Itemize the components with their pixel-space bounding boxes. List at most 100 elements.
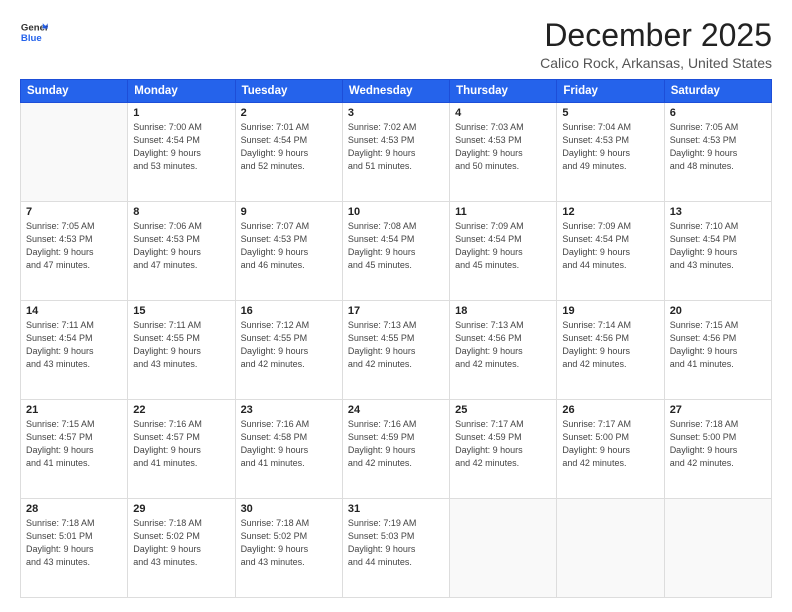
day-info: Sunrise: 7:18 AMSunset: 5:02 PMDaylight:… <box>133 517 229 569</box>
calendar-cell: 1Sunrise: 7:00 AMSunset: 4:54 PMDaylight… <box>128 103 235 202</box>
day-info: Sunrise: 7:11 AMSunset: 4:55 PMDaylight:… <box>133 319 229 371</box>
day-header-monday: Monday <box>128 80 235 103</box>
day-number: 12 <box>562 206 658 218</box>
day-info: Sunrise: 7:17 AMSunset: 5:00 PMDaylight:… <box>562 418 658 470</box>
day-number: 8 <box>133 206 229 218</box>
day-info: Sunrise: 7:18 AMSunset: 5:00 PMDaylight:… <box>670 418 766 470</box>
location-title: Calico Rock, Arkansas, United States <box>540 55 772 71</box>
day-number: 22 <box>133 404 229 416</box>
calendar-cell: 22 Sunrise: 7:16 AMSunset: 4:57 PMDayligh… <box>128 400 235 499</box>
day-info: Sunrise: 7:14 AMSunset: 4:56 PMDaylight:… <box>562 319 658 371</box>
calendar-cell: 6 Sunrise: 7:05 AMSunset: 4:53 PMDaylight… <box>664 103 771 202</box>
calendar-cell: 8Sunrise: 7:06 AMSunset: 4:53 PMDaylight… <box>128 202 235 301</box>
day-number: 31 <box>348 503 444 515</box>
day-number: 16 <box>241 305 337 317</box>
calendar-cell: 12 Sunrise: 7:09 AMSunset: 4:54 PMDayligh… <box>557 202 664 301</box>
day-number: 5 <box>562 107 658 119</box>
header: General Blue December 2025 Calico Rock, … <box>20 18 772 71</box>
day-info: Sunrise: 7:10 AMSunset: 4:54 PMDaylight:… <box>670 220 766 272</box>
calendar-cell <box>664 499 771 598</box>
day-number: 17 <box>348 305 444 317</box>
logo-icon: General Blue <box>20 18 48 46</box>
calendar-cell: 21Sunrise: 7:15 AMSunset: 4:57 PMDayligh… <box>21 400 128 499</box>
day-info: Sunrise: 7:04 AMSunset: 4:53 PMDaylight:… <box>562 121 658 173</box>
day-number: 19 <box>562 305 658 317</box>
calendar-cell: 17 Sunrise: 7:13 AMSunset: 4:55 PMDayligh… <box>342 301 449 400</box>
day-number: 23 <box>241 404 337 416</box>
day-info: Sunrise: 7:13 AMSunset: 4:55 PMDaylight:… <box>348 319 444 371</box>
month-title: December 2025 <box>540 18 772 53</box>
day-number: 26 <box>562 404 658 416</box>
calendar-table: SundayMondayTuesdayWednesdayThursdayFrid… <box>20 79 772 598</box>
calendar-week-row: 14 Sunrise: 7:11 AMSunset: 4:54 PMDayligh… <box>21 301 772 400</box>
day-info: Sunrise: 7:16 AMSunset: 4:59 PMDaylight:… <box>348 418 444 470</box>
day-info: Sunrise: 7:16 AMSunset: 4:58 PMDaylight:… <box>241 418 337 470</box>
day-number: 11 <box>455 206 551 218</box>
calendar-cell: 10Sunrise: 7:08 AMSunset: 4:54 PMDayligh… <box>342 202 449 301</box>
calendar-cell: 30 Sunrise: 7:18 AMSunset: 5:02 PMDayligh… <box>235 499 342 598</box>
calendar-week-row: 28 Sunrise: 7:18 AMSunset: 5:01 PMDayligh… <box>21 499 772 598</box>
day-number: 13 <box>670 206 766 218</box>
day-info: Sunrise: 7:09 AMSunset: 4:54 PMDaylight:… <box>455 220 551 272</box>
day-number: 1 <box>133 107 229 119</box>
day-info: Sunrise: 7:09 AMSunset: 4:54 PMDaylight:… <box>562 220 658 272</box>
calendar-header-row: SundayMondayTuesdayWednesdayThursdayFrid… <box>21 80 772 103</box>
day-info: Sunrise: 7:18 AMSunset: 5:01 PMDaylight:… <box>26 517 122 569</box>
day-header-sunday: Sunday <box>21 80 128 103</box>
day-number: 14 <box>26 305 122 317</box>
calendar-cell <box>557 499 664 598</box>
day-info: Sunrise: 7:03 AMSunset: 4:53 PMDaylight:… <box>455 121 551 173</box>
day-info: Sunrise: 7:16 AMSunset: 4:57 PMDaylight:… <box>133 418 229 470</box>
calendar-cell: 18 Sunrise: 7:13 AMSunset: 4:56 PMDayligh… <box>450 301 557 400</box>
calendar-body: 1Sunrise: 7:00 AMSunset: 4:54 PMDaylight… <box>21 103 772 598</box>
calendar-cell: 2Sunrise: 7:01 AMSunset: 4:54 PMDaylight… <box>235 103 342 202</box>
day-info: Sunrise: 7:05 AMSunset: 4:53 PMDaylight:… <box>670 121 766 173</box>
day-info: Sunrise: 7:08 AMSunset: 4:54 PMDaylight:… <box>348 220 444 272</box>
day-info: Sunrise: 7:15 AMSunset: 4:57 PMDaylight:… <box>26 418 122 470</box>
calendar-cell: 14 Sunrise: 7:11 AMSunset: 4:54 PMDayligh… <box>21 301 128 400</box>
calendar-cell <box>450 499 557 598</box>
calendar-cell: 15 Sunrise: 7:11 AMSunset: 4:55 PMDayligh… <box>128 301 235 400</box>
calendar-cell <box>21 103 128 202</box>
day-number: 3 <box>348 107 444 119</box>
day-number: 24 <box>348 404 444 416</box>
day-number: 28 <box>26 503 122 515</box>
day-header-tuesday: Tuesday <box>235 80 342 103</box>
calendar-cell: 16 Sunrise: 7:12 AMSunset: 4:55 PMDayligh… <box>235 301 342 400</box>
calendar-cell: 24 Sunrise: 7:16 AMSunset: 4:59 PMDayligh… <box>342 400 449 499</box>
day-info: Sunrise: 7:15 AMSunset: 4:56 PMDaylight:… <box>670 319 766 371</box>
calendar-cell: 29 Sunrise: 7:18 AMSunset: 5:02 PMDayligh… <box>128 499 235 598</box>
day-header-saturday: Saturday <box>664 80 771 103</box>
day-number: 9 <box>241 206 337 218</box>
calendar-week-row: 7Sunrise: 7:05 AMSunset: 4:53 PMDaylight… <box>21 202 772 301</box>
day-number: 30 <box>241 503 337 515</box>
day-number: 6 <box>670 107 766 119</box>
day-number: 20 <box>670 305 766 317</box>
calendar-cell: 19 Sunrise: 7:14 AMSunset: 4:56 PMDayligh… <box>557 301 664 400</box>
calendar-cell: 4 Sunrise: 7:03 AMSunset: 4:53 PMDaylight… <box>450 103 557 202</box>
day-info: Sunrise: 7:07 AMSunset: 4:53 PMDaylight:… <box>241 220 337 272</box>
calendar-cell: 9 Sunrise: 7:07 AMSunset: 4:53 PMDaylight… <box>235 202 342 301</box>
day-header-friday: Friday <box>557 80 664 103</box>
svg-text:Blue: Blue <box>21 33 42 44</box>
day-info: Sunrise: 7:13 AMSunset: 4:56 PMDaylight:… <box>455 319 551 371</box>
day-info: Sunrise: 7:19 AMSunset: 5:03 PMDaylight:… <box>348 517 444 569</box>
day-info: Sunrise: 7:11 AMSunset: 4:54 PMDaylight:… <box>26 319 122 371</box>
day-header-wednesday: Wednesday <box>342 80 449 103</box>
calendar-cell: 31 Sunrise: 7:19 AMSunset: 5:03 PMDayligh… <box>342 499 449 598</box>
day-header-thursday: Thursday <box>450 80 557 103</box>
day-info: Sunrise: 7:18 AMSunset: 5:02 PMDaylight:… <box>241 517 337 569</box>
day-number: 15 <box>133 305 229 317</box>
calendar-cell: 26 Sunrise: 7:17 AMSunset: 5:00 PMDayligh… <box>557 400 664 499</box>
calendar-cell: 11 Sunrise: 7:09 AMSunset: 4:54 PMDayligh… <box>450 202 557 301</box>
day-info: Sunrise: 7:01 AMSunset: 4:54 PMDaylight:… <box>241 121 337 173</box>
calendar-cell: 28 Sunrise: 7:18 AMSunset: 5:01 PMDayligh… <box>21 499 128 598</box>
day-number: 18 <box>455 305 551 317</box>
day-number: 4 <box>455 107 551 119</box>
day-number: 25 <box>455 404 551 416</box>
day-number: 29 <box>133 503 229 515</box>
calendar-cell: 3Sunrise: 7:02 AMSunset: 4:53 PMDaylight… <box>342 103 449 202</box>
calendar-cell: 20 Sunrise: 7:15 AMSunset: 4:56 PMDayligh… <box>664 301 771 400</box>
day-info: Sunrise: 7:12 AMSunset: 4:55 PMDaylight:… <box>241 319 337 371</box>
day-info: Sunrise: 7:05 AMSunset: 4:53 PMDaylight:… <box>26 220 122 272</box>
